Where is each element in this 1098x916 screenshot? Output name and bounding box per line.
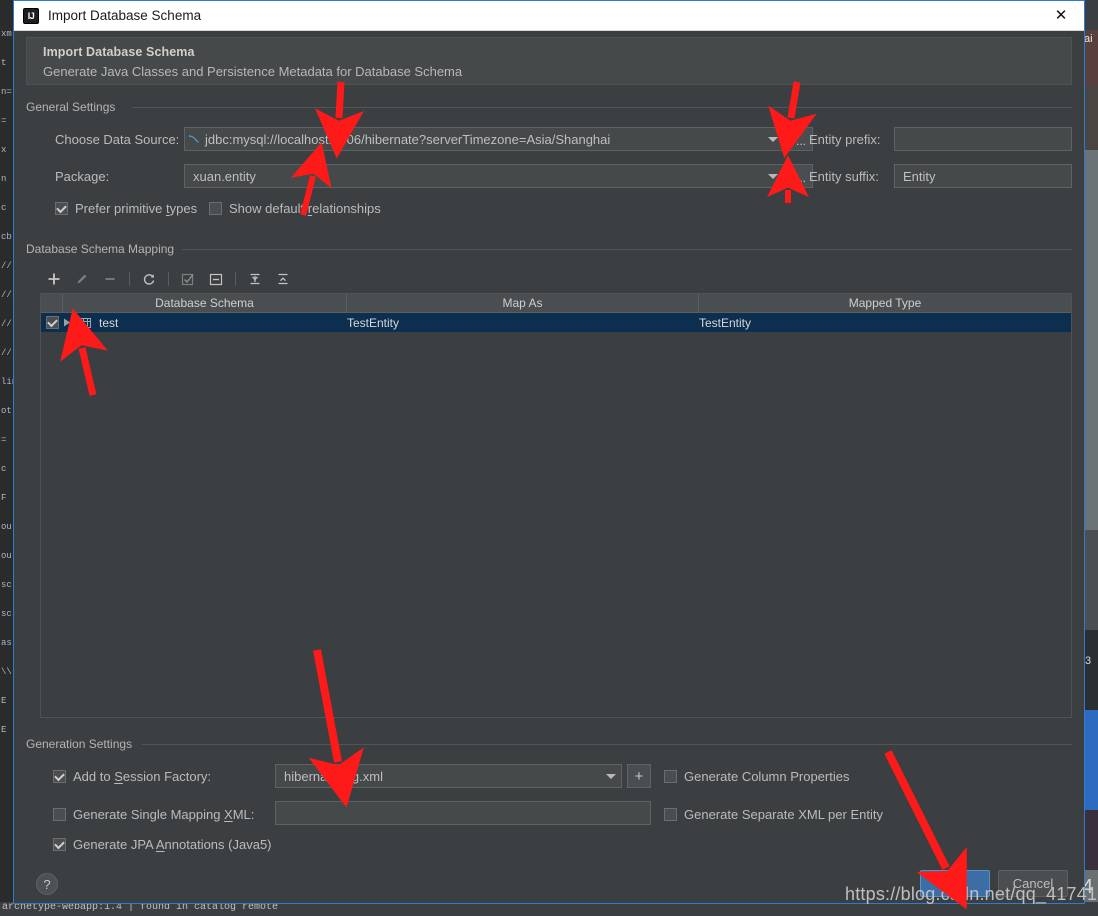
generation-settings-legend: Generation Settings — [26, 737, 138, 751]
add-to-session-factory-checkbox[interactable]: Add to Session Factory: — [53, 769, 211, 784]
banner-subtitle: Generate Java Classes and Persistence Me… — [43, 64, 463, 79]
unchecked-box-icon[interactable] — [202, 268, 230, 290]
dialog-title-bar: IJ Import Database Schema ✕ — [14, 1, 1084, 31]
generation-settings-rule — [142, 744, 1072, 745]
show-default-relationships-checkbox[interactable]: Show default relationships — [209, 201, 381, 216]
ide-background-right: ai 3 4 — [1084, 0, 1098, 916]
row-mapped-type: TestEntity — [699, 315, 752, 330]
help-button[interactable]: ? — [36, 873, 58, 895]
generate-separate-xml-checkbox[interactable]: Generate Separate XML per Entity — [664, 807, 883, 822]
column-header-mapped-type[interactable]: Mapped Type — [699, 294, 1071, 312]
generate-column-properties-checkbox[interactable]: Generate Column Properties — [664, 769, 849, 784]
entity-prefix-label: Entity prefix: — [809, 132, 881, 147]
intellij-icon: IJ — [23, 7, 39, 24]
checkbox-box — [664, 808, 677, 821]
data-source-combo[interactable]: jdbc:mysql://localhost:3306/hibernate?se… — [184, 127, 784, 151]
schema-toolbar — [40, 267, 1072, 291]
add-button[interactable] — [40, 268, 68, 290]
pencil-icon — [68, 268, 96, 290]
banner-title: Import Database Schema — [43, 45, 195, 59]
expand-triangle-icon[interactable] — [63, 318, 71, 327]
checked-box-icon — [174, 268, 202, 290]
dialog-banner: Import Database Schema Generate Java Cla… — [26, 37, 1072, 85]
chevron-down-icon[interactable] — [601, 773, 621, 779]
checkbox-box — [55, 202, 68, 215]
entity-suffix-label: Entity suffix: — [809, 169, 879, 184]
chevron-down-icon[interactable] — [763, 136, 783, 142]
schema-mapping-rule — [182, 249, 1072, 250]
generate-single-mapping-xml-label: Generate Single Mapping XML: — [73, 807, 255, 822]
watermark-url: https://blog.csdn.net/qq_41741884 — [845, 884, 1098, 904]
row-schema-name: test — [99, 315, 119, 330]
general-settings-rule — [132, 107, 1072, 108]
schema-mapping-legend: Database Schema Mapping — [26, 242, 180, 256]
generate-single-mapping-xml-checkbox[interactable]: Generate Single Mapping XML: — [53, 807, 254, 822]
checkbox-box — [53, 808, 66, 821]
row-map-as: TestEntity — [347, 315, 400, 330]
entity-suffix-input[interactable]: Entity — [894, 164, 1072, 188]
show-default-relationships-label: Show default relationships — [229, 201, 381, 216]
row-checkbox[interactable] — [45, 316, 59, 329]
data-source-value: jdbc:mysql://localhost:3306/hibernate?se… — [205, 131, 611, 147]
generate-jpa-annotations-label: Generate JPA Annotations (Java5) — [73, 837, 272, 852]
prefer-primitive-types-checkbox[interactable]: Prefer primitive types — [55, 201, 197, 216]
chevron-down-icon[interactable] — [763, 173, 783, 179]
mysql-datasource-icon — [185, 133, 203, 145]
general-settings-legend: General Settings — [26, 100, 121, 114]
session-factory-combo[interactable]: hibernate.cfg.xml — [275, 764, 622, 788]
expand-all-icon[interactable] — [241, 268, 269, 290]
generate-jpa-annotations-checkbox[interactable]: Generate JPA Annotations (Java5) — [53, 837, 272, 852]
package-combo[interactable]: xuan.entity — [184, 164, 784, 188]
column-header-check — [41, 294, 63, 312]
package-label: Package: — [55, 169, 110, 184]
add-to-session-factory-label: Add to Session Factory: — [73, 769, 212, 784]
schema-mapping-table[interactable]: Database Schema Map As Mapped Type test … — [40, 293, 1072, 718]
refresh-icon[interactable] — [135, 268, 163, 290]
table-row[interactable]: test TestEntity TestEntity — [41, 313, 1071, 332]
data-source-label: Choose Data Source: — [55, 132, 180, 147]
checkbox-box — [664, 770, 677, 783]
session-factory-value: hibernate.cfg.xml — [284, 768, 383, 784]
entity-prefix-input[interactable] — [894, 127, 1072, 151]
column-header-database-schema[interactable]: Database Schema — [63, 294, 347, 312]
import-database-schema-dialog: IJ Import Database Schema ✕ Import Datab… — [13, 0, 1085, 904]
session-factory-add-button[interactable]: + — [627, 764, 651, 788]
prefer-primitive-types-label: Prefer primitive types — [75, 201, 198, 216]
close-icon[interactable]: ✕ — [1038, 1, 1084, 30]
generate-separate-xml-label: Generate Separate XML per Entity — [684, 807, 883, 822]
collapse-all-icon[interactable] — [269, 268, 297, 290]
table-icon — [79, 317, 91, 328]
package-value: xuan.entity — [193, 168, 256, 184]
checkbox-box — [209, 202, 222, 215]
checkbox-box — [53, 770, 66, 783]
single-mapping-xml-input[interactable] — [275, 801, 651, 825]
table-header-row: Database Schema Map As Mapped Type — [41, 294, 1071, 313]
generate-column-properties-label: Generate Column Properties — [684, 769, 850, 784]
dialog-title: Import Database Schema — [48, 8, 202, 23]
checkbox-box — [53, 838, 66, 851]
column-header-map-as[interactable]: Map As — [347, 294, 699, 312]
remove-button — [96, 268, 124, 290]
